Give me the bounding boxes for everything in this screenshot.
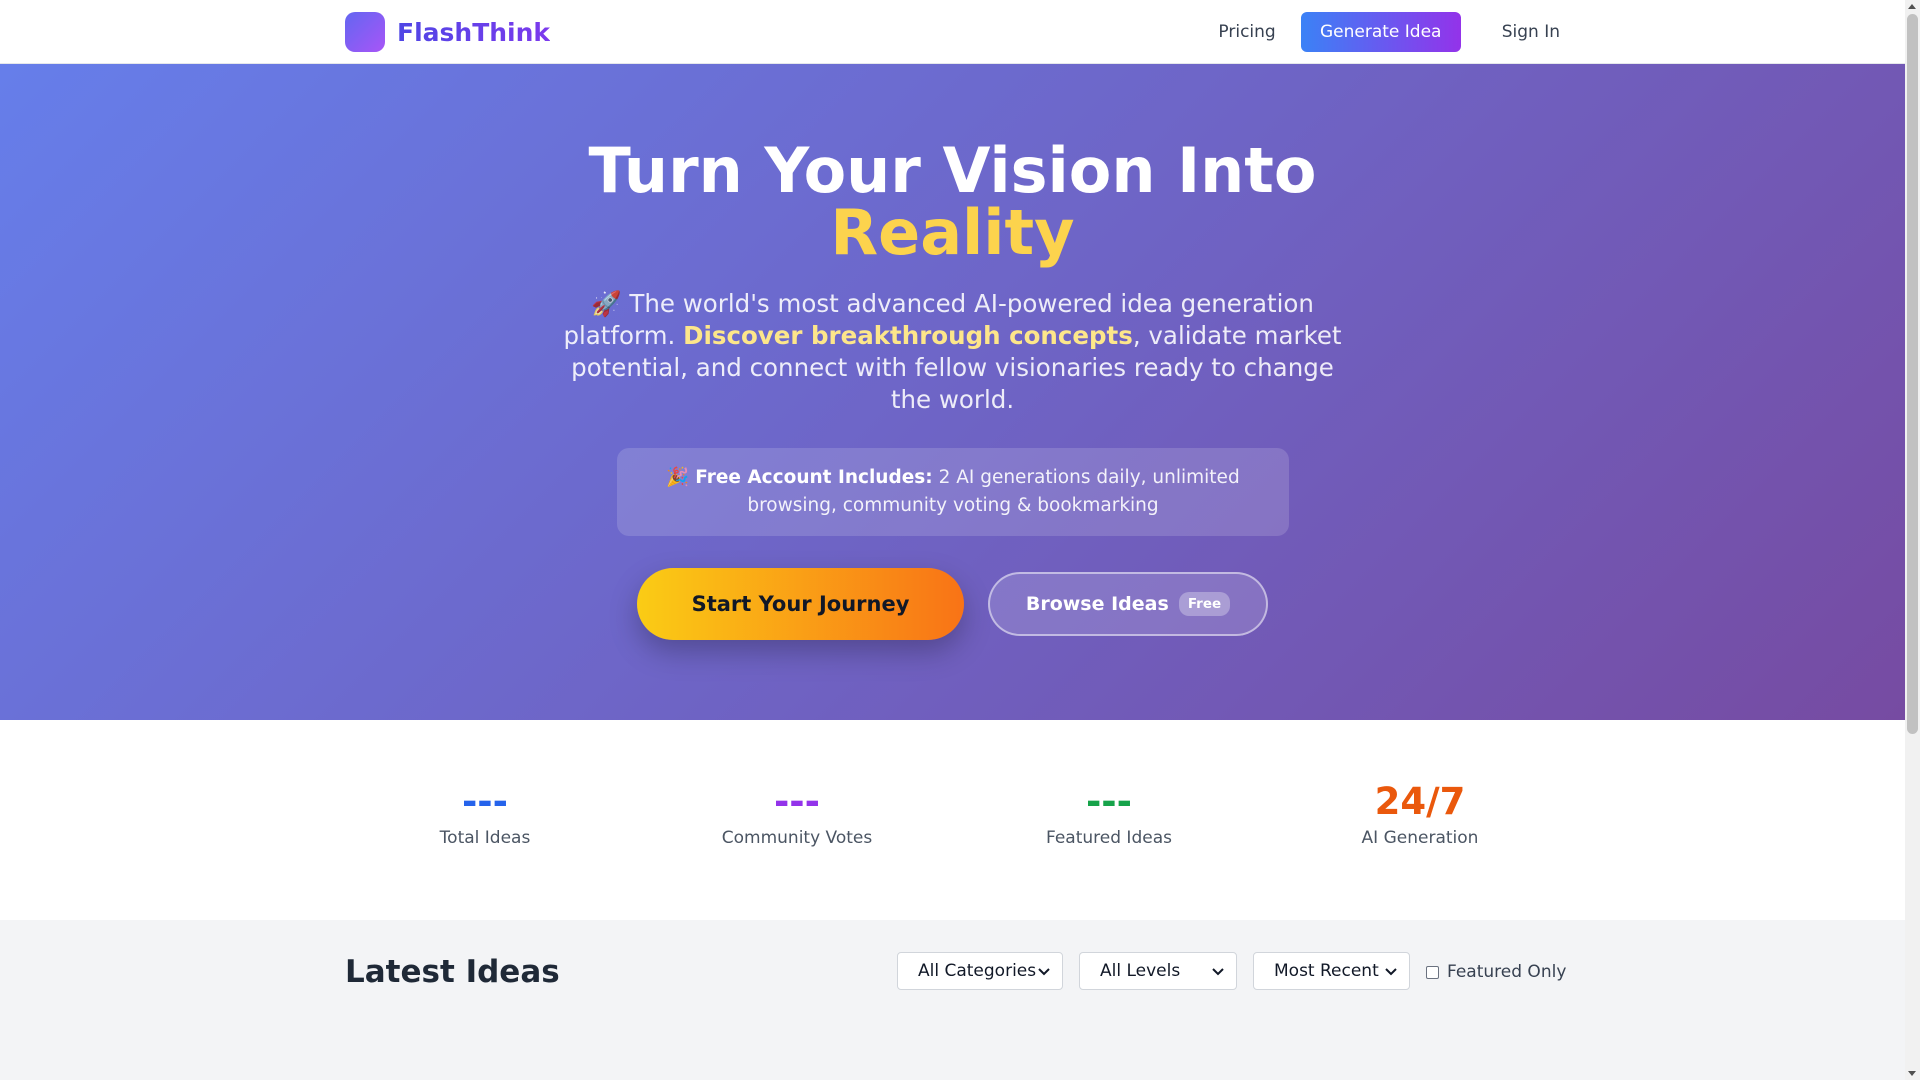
page-scrollbar[interactable]	[1905, 0, 1920, 1080]
level-filter-value: All Levels	[1100, 961, 1181, 981]
brand-logo[interactable]: FlashThink	[345, 12, 550, 52]
stat-label: AI Generation	[1361, 828, 1479, 848]
hero-title: Turn Your Vision Into Reality	[0, 140, 1905, 264]
category-filter-value: All Categories	[918, 961, 1037, 981]
free-badge: Free	[1178, 592, 1231, 616]
hero-section: Turn Your Vision Into Reality 🚀 The worl…	[0, 64, 1905, 720]
category-filter-select[interactable]: All Categories	[897, 952, 1063, 990]
sort-filter-value: Most Recent	[1274, 961, 1379, 981]
stat-value: ---	[461, 780, 509, 823]
hero-title-accent: Reality	[830, 196, 1075, 269]
chevron-down-icon	[1038, 968, 1050, 976]
free-account-label: Free Account Includes:	[695, 467, 933, 488]
scroll-down-arrow-icon[interactable]	[1908, 1071, 1916, 1076]
stat-label: Featured Ideas	[1046, 828, 1172, 848]
featured-only-label: Featured Only	[1447, 962, 1567, 982]
level-filter-select[interactable]: All Levels	[1079, 952, 1237, 990]
sign-in-link[interactable]: Sign In	[1502, 22, 1560, 42]
stat-ai-generation: 24/7 AI Generation	[1264, 780, 1576, 850]
featured-only-checkbox[interactable]	[1426, 965, 1439, 979]
chevron-down-icon	[1385, 968, 1397, 976]
top-navbar: FlashThink Pricing Generate Idea Sign In	[0, 0, 1905, 64]
stat-value: ---	[1085, 780, 1133, 823]
start-journey-button[interactable]: Start Your Journey	[637, 568, 964, 640]
stat-community-votes: --- Community Votes	[641, 780, 953, 850]
stat-label: Total Ideas	[439, 828, 531, 848]
stat-total-ideas: --- Total Ideas	[329, 780, 641, 850]
party-icon: 🎉	[666, 467, 690, 488]
stats-section: --- Total Ideas --- Community Votes --- …	[0, 720, 1905, 920]
stat-featured-ideas: --- Featured Ideas	[953, 780, 1265, 850]
browse-ideas-button[interactable]: Browse Ideas Free	[988, 572, 1268, 636]
hero-subtitle-highlight: Discover breakthrough concepts	[683, 321, 1133, 350]
nav-link-pricing[interactable]: Pricing	[1218, 22, 1275, 42]
logo-icon	[345, 12, 385, 52]
latest-ideas-section: Latest Ideas All Categories All Levels M…	[0, 920, 1905, 1080]
scroll-up-arrow-icon[interactable]	[1908, 4, 1916, 9]
chevron-down-icon	[1212, 968, 1224, 976]
stat-value: ---	[773, 780, 821, 823]
sort-filter-select[interactable]: Most Recent	[1253, 952, 1410, 990]
main-nav: Pricing Generate Idea Sign In	[1218, 12, 1560, 52]
latest-ideas-title: Latest Ideas	[345, 954, 560, 990]
featured-only-toggle[interactable]: Featured Only	[1426, 962, 1566, 982]
brand-name: FlashThink	[397, 17, 551, 47]
stat-value: 24/7	[1374, 780, 1466, 823]
hero-subtitle: 🚀 The world's most advanced AI-powered i…	[560, 288, 1345, 416]
browse-ideas-label: Browse Ideas	[1025, 593, 1169, 615]
generate-idea-button[interactable]: Generate Idea	[1300, 12, 1461, 52]
scrollbar-thumb[interactable]	[1907, 14, 1918, 734]
free-account-banner: 🎉 Free Account Includes: 2 AI generation…	[617, 448, 1289, 536]
stat-label: Community Votes	[721, 828, 873, 848]
